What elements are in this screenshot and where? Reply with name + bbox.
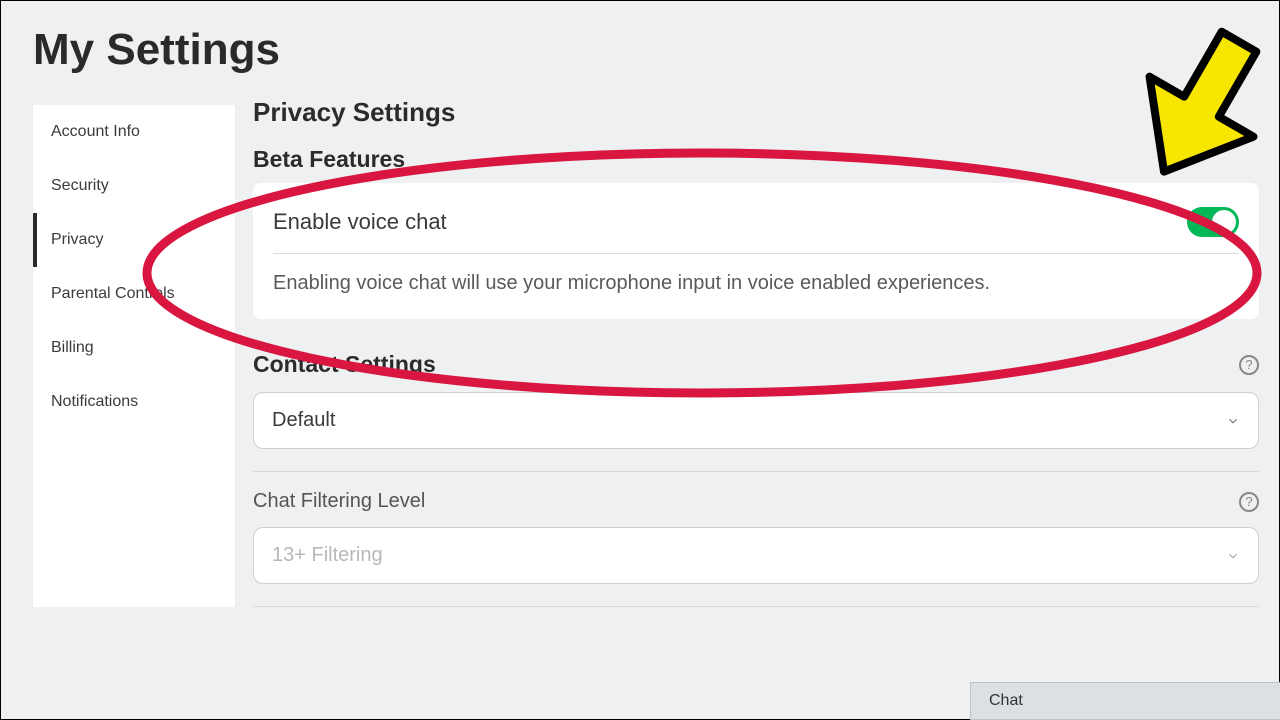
help-icon[interactable]: ? <box>1239 492 1259 512</box>
toggle-knob <box>1212 210 1236 234</box>
divider <box>253 606 1259 607</box>
voice-chat-toggle[interactable] <box>1187 207 1239 237</box>
chat-filtering-value: 13+ Filtering <box>272 544 383 567</box>
chat-bar[interactable]: Chat <box>970 682 1280 720</box>
voice-chat-label: Enable voice chat <box>273 209 447 235</box>
settings-sidebar: Account Info Security Privacy Parental C… <box>33 105 235 607</box>
chevron-down-icon <box>1226 414 1240 428</box>
contact-select-value: Default <box>272 409 335 432</box>
chat-filtering-select[interactable]: 13+ Filtering <box>253 527 1259 584</box>
sidebar-item-billing[interactable]: Billing <box>33 321 235 375</box>
voice-chat-description: Enabling voice chat will use your microp… <box>273 254 1239 301</box>
main-content: Privacy Settings Beta Features Enable vo… <box>235 85 1279 607</box>
sidebar-item-parental-controls[interactable]: Parental Controls <box>33 267 235 321</box>
sidebar-item-notifications[interactable]: Notifications <box>33 375 235 429</box>
sidebar-item-security[interactable]: Security <box>33 159 235 213</box>
divider <box>253 471 1259 472</box>
privacy-settings-heading: Privacy Settings <box>253 97 1259 128</box>
chevron-down-icon <box>1226 549 1240 563</box>
chat-bar-label: Chat <box>989 692 1023 710</box>
contact-settings-heading: Contact Settings <box>253 351 436 378</box>
sidebar-item-account-info[interactable]: Account Info <box>33 105 235 159</box>
beta-features-card: Enable voice chat Enabling voice chat wi… <box>253 183 1259 319</box>
voice-chat-row: Enable voice chat <box>273 195 1239 254</box>
chat-filtering-label: Chat Filtering Level <box>253 490 425 513</box>
sidebar-item-privacy[interactable]: Privacy <box>33 213 235 267</box>
beta-features-heading: Beta Features <box>253 146 1259 173</box>
page-title: My Settings <box>1 1 1279 85</box>
contact-settings-select[interactable]: Default <box>253 392 1259 449</box>
help-icon[interactable]: ? <box>1239 355 1259 375</box>
